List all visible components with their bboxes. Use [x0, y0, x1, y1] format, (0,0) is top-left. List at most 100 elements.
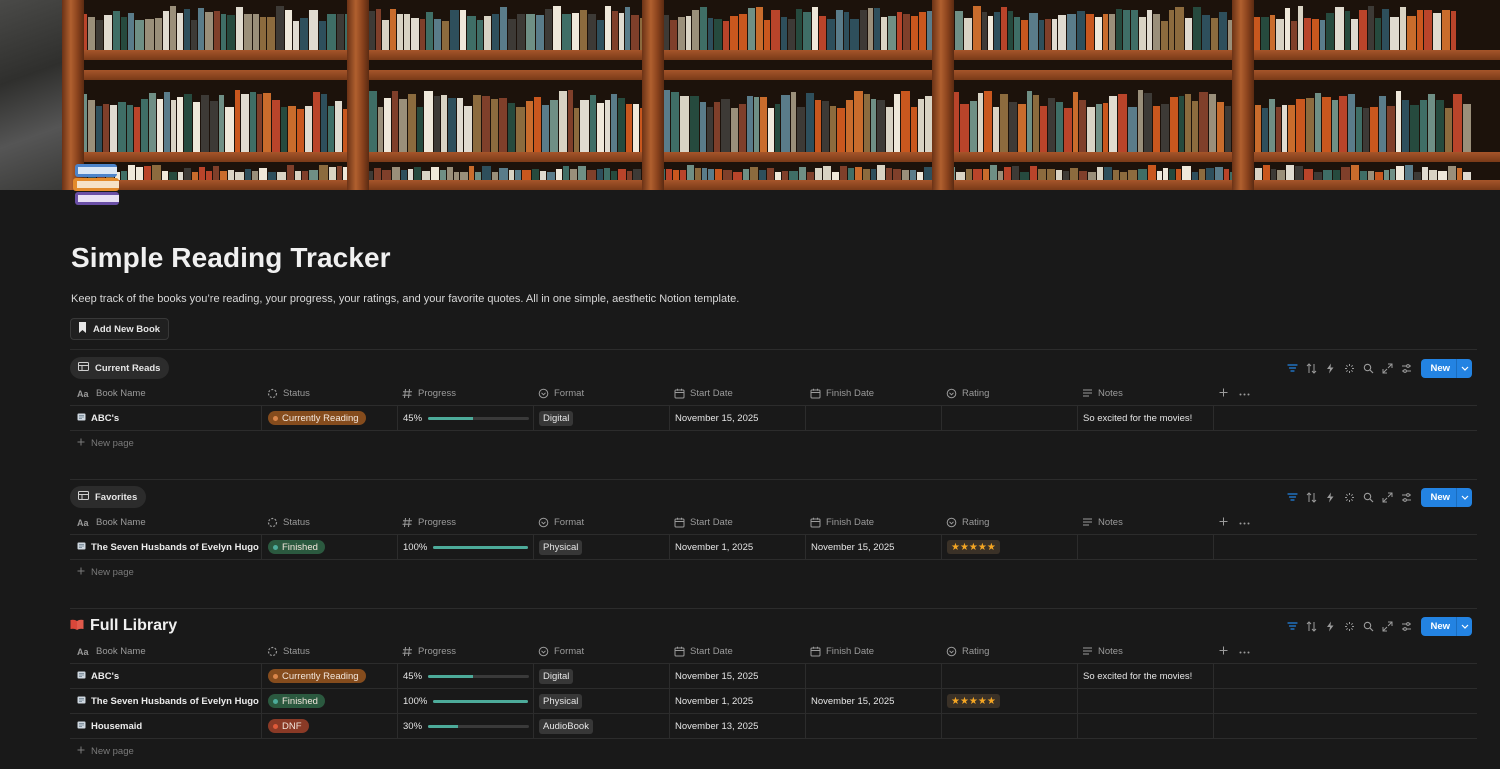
book-name-cell[interactable]: The Seven Husbands of Evelyn Hugo	[70, 535, 261, 559]
filter-icon[interactable]	[1283, 488, 1302, 507]
start-date-cell[interactable]: November 1, 2025	[669, 689, 805, 713]
finish-date-cell[interactable]	[805, 664, 941, 688]
column-header-rating[interactable]: Rating	[941, 511, 1077, 534]
column-header-format[interactable]: Format	[533, 382, 669, 405]
settings-icon[interactable]	[1397, 359, 1416, 378]
more-icon[interactable]	[1239, 646, 1250, 657]
column-header-progress[interactable]: Progress	[397, 511, 533, 534]
new-page-button[interactable]: New page	[70, 431, 1477, 456]
start-date-cell[interactable]: November 13, 2025	[669, 714, 805, 738]
progress-cell[interactable]: 100%	[397, 689, 533, 713]
search-icon[interactable]	[1359, 488, 1378, 507]
table-row[interactable]: The Seven Husbands of Evelyn Hugo Finishe…	[70, 689, 1477, 714]
plus-icon[interactable]	[1219, 646, 1228, 658]
column-header-start[interactable]: Start Date	[669, 640, 805, 663]
status-cell[interactable]: DNF	[261, 714, 397, 738]
book-name-cell[interactable]: ABC's	[70, 406, 261, 430]
start-date-cell[interactable]: November 1, 2025	[669, 535, 805, 559]
column-header-notes[interactable]: Notes	[1077, 511, 1213, 534]
plus-icon[interactable]	[1219, 388, 1228, 400]
plus-icon[interactable]	[1219, 517, 1228, 529]
finish-date-cell[interactable]	[805, 714, 941, 738]
column-header-start[interactable]: Start Date	[669, 511, 805, 534]
sort-icon[interactable]	[1302, 359, 1321, 378]
book-name-cell[interactable]: ABC's	[70, 664, 261, 688]
finish-date-cell[interactable]: November 15, 2025	[805, 689, 941, 713]
column-header-name[interactable]: Aa Book Name	[70, 382, 261, 405]
column-header-format[interactable]: Format	[533, 511, 669, 534]
table-row[interactable]: Housemaid DNF 30% AudioBook November 13, 202…	[70, 714, 1477, 739]
rating-cell[interactable]: ★★★★★	[941, 689, 1077, 713]
notes-cell[interactable]	[1077, 714, 1213, 738]
sort-icon[interactable]	[1302, 617, 1321, 636]
search-icon[interactable]	[1359, 359, 1378, 378]
notes-cell[interactable]	[1077, 535, 1213, 559]
settings-icon[interactable]	[1397, 488, 1416, 507]
start-date-cell[interactable]: November 15, 2025	[669, 664, 805, 688]
status-cell[interactable]: Currently Reading	[261, 664, 397, 688]
automation-icon[interactable]	[1321, 617, 1340, 636]
column-header-notes[interactable]: Notes	[1077, 382, 1213, 405]
column-header-name[interactable]: Aa Book Name	[70, 511, 261, 534]
new-button[interactable]: New	[1421, 359, 1472, 378]
new-page-button[interactable]: New page	[70, 560, 1477, 585]
chevron-down-icon[interactable]	[1456, 359, 1472, 378]
new-page-button[interactable]: New page	[70, 739, 1477, 764]
book-name[interactable]: ABC's	[91, 671, 119, 682]
automation-icon[interactable]	[1321, 359, 1340, 378]
format-cell[interactable]: Digital	[533, 664, 669, 688]
column-header-finish[interactable]: Finish Date	[805, 640, 941, 663]
chevron-down-icon[interactable]	[1456, 617, 1472, 636]
notes-cell[interactable]	[1077, 689, 1213, 713]
new-button[interactable]: New	[1421, 617, 1472, 636]
rating-cell[interactable]	[941, 406, 1077, 430]
format-cell[interactable]: Physical	[533, 535, 669, 559]
book-name-cell[interactable]: The Seven Husbands of Evelyn Hugo	[70, 689, 261, 713]
expand-icon[interactable]	[1378, 488, 1397, 507]
rating-cell[interactable]: ★★★★★	[941, 535, 1077, 559]
books-icon[interactable]	[72, 162, 124, 214]
table-row[interactable]: The Seven Husbands of Evelyn Hugo Finishe…	[70, 535, 1477, 560]
book-name[interactable]: The Seven Husbands of Evelyn Hugo	[91, 542, 259, 553]
more-icon[interactable]	[1239, 517, 1250, 528]
finish-date-cell[interactable]	[805, 406, 941, 430]
format-cell[interactable]: Physical	[533, 689, 669, 713]
column-header-progress[interactable]: Progress	[397, 640, 533, 663]
progress-cell[interactable]: 100%	[397, 535, 533, 559]
rating-cell[interactable]	[941, 664, 1077, 688]
status-cell[interactable]: Finished	[261, 535, 397, 559]
column-header-status[interactable]: Status	[261, 382, 397, 405]
expand-icon[interactable]	[1378, 617, 1397, 636]
rating-cell[interactable]	[941, 714, 1077, 738]
automation-icon[interactable]	[1321, 488, 1340, 507]
loading-icon[interactable]	[1340, 488, 1359, 507]
more-icon[interactable]	[1239, 388, 1250, 399]
column-header-status[interactable]: Status	[261, 511, 397, 534]
column-header-status[interactable]: Status	[261, 640, 397, 663]
book-name[interactable]: The Seven Husbands of Evelyn Hugo	[91, 696, 259, 707]
view-tab-current-reads[interactable]: Current Reads	[70, 357, 170, 379]
column-header-progress[interactable]: Progress	[397, 382, 533, 405]
book-name[interactable]: ABC's	[91, 413, 119, 424]
column-header-finish[interactable]: Finish Date	[805, 511, 941, 534]
sort-icon[interactable]	[1302, 488, 1321, 507]
progress-cell[interactable]: 30%	[397, 714, 533, 738]
column-header-start[interactable]: Start Date	[669, 382, 805, 405]
settings-icon[interactable]	[1397, 617, 1416, 636]
notes-cell[interactable]: So excited for the movies!	[1077, 406, 1213, 430]
loading-icon[interactable]	[1340, 359, 1359, 378]
start-date-cell[interactable]: November 15, 2025	[669, 406, 805, 430]
filter-icon[interactable]	[1283, 359, 1302, 378]
column-header-notes[interactable]: Notes	[1077, 640, 1213, 663]
filter-icon[interactable]	[1283, 617, 1302, 636]
view-tab-favorites[interactable]: Favorites	[70, 486, 147, 508]
table-row[interactable]: ABC's Currently Reading 45% Digital November…	[70, 664, 1477, 689]
new-button[interactable]: New	[1421, 488, 1472, 507]
progress-cell[interactable]: 45%	[397, 406, 533, 430]
notes-cell[interactable]: So excited for the movies!	[1077, 664, 1213, 688]
add-new-book-button[interactable]: Add New Book	[70, 318, 170, 340]
format-cell[interactable]: AudioBook	[533, 714, 669, 738]
column-header-rating[interactable]: Rating	[941, 382, 1077, 405]
search-icon[interactable]	[1359, 617, 1378, 636]
status-cell[interactable]: Currently Reading	[261, 406, 397, 430]
